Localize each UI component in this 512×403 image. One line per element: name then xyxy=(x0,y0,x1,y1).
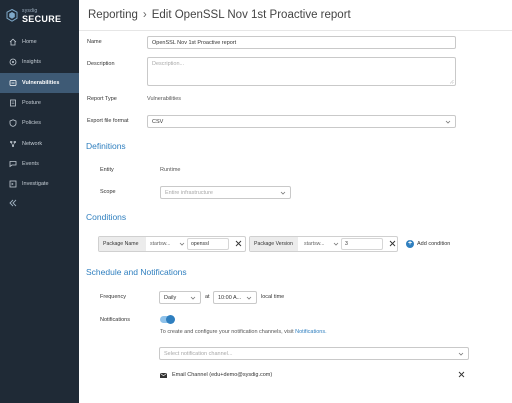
export-format-value: CSV xyxy=(152,118,164,125)
frequency-value: Daily xyxy=(164,294,177,301)
chevron-down-icon xyxy=(179,242,185,246)
toggle-knob xyxy=(166,315,175,324)
report-type-label: Report Type xyxy=(87,96,117,102)
sidebar-item-investigate[interactable]: Investigate xyxy=(0,174,79,194)
sidebar-item-insights[interactable]: Insights xyxy=(0,52,79,72)
sidebar-nav: Home Insights Vulnerabilities Posture Po… xyxy=(0,32,79,194)
page-title: Edit OpenSSL Nov 1st Proactive report xyxy=(151,9,351,21)
sidebar-item-label: Events xyxy=(22,160,39,167)
posture-icon xyxy=(8,99,17,108)
home-icon xyxy=(8,38,17,47)
chevron-down-icon xyxy=(280,191,286,195)
report-type-value: Vulnerabilities xyxy=(147,96,182,102)
name-label: Name xyxy=(87,39,102,45)
insights-icon xyxy=(8,58,17,67)
condition-value-input[interactable]: 3 xyxy=(341,238,383,250)
sidebar-item-label: Network xyxy=(22,140,43,147)
chevron-down-icon xyxy=(445,120,451,124)
scope-select[interactable]: Entire infrastructure xyxy=(160,186,291,199)
export-format-label: Export file format xyxy=(87,118,129,124)
brand-name: SECURE xyxy=(22,14,62,24)
name-field-value: OpenSSL Nov 1st Proactive report xyxy=(152,39,237,46)
timezone-label: local time xyxy=(261,294,285,300)
chevron-down-icon xyxy=(190,296,196,300)
condition-field: Package Version xyxy=(250,237,298,251)
sidebar-item-vulnerabilities[interactable]: Vulnerabilities xyxy=(0,72,79,93)
notification-channel-item: Email Channel (edu+demo@sysdig.com) xyxy=(160,372,272,378)
sidebar-item-events[interactable]: Events xyxy=(0,154,79,174)
conditions-heading: Conditions xyxy=(86,212,127,222)
notifications-link[interactable]: Notifications. xyxy=(295,329,327,335)
channel-name: Email Channel (edu+demo@sysdig.com) xyxy=(172,372,273,378)
scope-placeholder: Entire infrastructure xyxy=(165,189,213,196)
sidebar-item-policies[interactable]: Policies xyxy=(0,113,79,133)
sidebar-item-home[interactable]: Home xyxy=(0,32,79,52)
double-chevron-left-icon[interactable] xyxy=(8,199,18,207)
add-condition-button[interactable]: + Add condition xyxy=(406,240,450,248)
entity-value: Runtime xyxy=(160,167,181,173)
definitions-heading: Definitions xyxy=(86,141,126,151)
name-field[interactable]: OpenSSL Nov 1st Proactive report xyxy=(147,36,456,49)
description-field[interactable]: Description... xyxy=(147,57,456,86)
time-value: 10:00 A... xyxy=(218,294,242,301)
add-condition-label: Add condition xyxy=(417,241,451,247)
export-format-select[interactable]: CSV xyxy=(147,115,456,128)
notifications-help-text: To create and configure your notificatio… xyxy=(160,329,327,335)
sidebar-item-label: Home xyxy=(22,39,37,46)
brand-logo[interactable]: sysdig SECURE xyxy=(6,7,76,27)
notifications-toggle[interactable] xyxy=(160,315,175,324)
sidebar-item-label: Insights xyxy=(22,59,41,66)
condition-operator-select[interactable]: startsw... xyxy=(304,237,324,251)
envelope-icon xyxy=(160,372,167,378)
notifications-label: Notifications xyxy=(100,317,130,323)
condition-row: Package Version startsw... 3 xyxy=(249,236,398,252)
description-placeholder: Description... xyxy=(152,61,185,67)
remove-condition-icon[interactable] xyxy=(389,240,396,247)
frequency-select[interactable]: Daily xyxy=(159,291,201,304)
chevron-down-icon xyxy=(246,296,252,300)
events-icon xyxy=(8,159,17,168)
sidebar-item-posture[interactable]: Posture xyxy=(0,93,79,113)
sidebar-item-label: Vulnerabilities xyxy=(22,79,60,86)
investigate-icon xyxy=(8,180,17,189)
time-select[interactable]: 10:00 A... xyxy=(213,291,257,304)
vulnerabilities-icon xyxy=(8,78,17,87)
at-label: at xyxy=(205,294,210,300)
shield-icon xyxy=(8,119,17,128)
sidebar-item-network[interactable]: Network xyxy=(0,133,79,153)
channel-placeholder: Select notification channel... xyxy=(164,350,233,357)
condition-field: Package Name xyxy=(99,237,146,251)
remove-condition-icon[interactable] xyxy=(235,240,242,247)
condition-operator-select[interactable]: startsw... xyxy=(150,237,170,251)
scope-label: Scope xyxy=(100,189,116,195)
help-text: To create and configure your notificatio… xyxy=(160,329,294,335)
sidebar: sysdig SECURE Home Insights Vulnerabilit… xyxy=(0,0,79,403)
sidebar-item-label: Policies xyxy=(22,120,41,127)
plus-circle-icon: + xyxy=(406,240,414,248)
notification-channel-select[interactable]: Select notification channel... xyxy=(159,347,469,360)
sidebar-item-label: Investigate xyxy=(22,181,49,188)
chevron-down-icon xyxy=(458,352,464,356)
sidebar-item-label: Posture xyxy=(22,100,41,107)
chevron-down-icon xyxy=(333,242,339,246)
network-icon xyxy=(8,139,17,148)
schedule-heading: Schedule and Notifications xyxy=(86,267,187,277)
breadcrumb-reporting-link[interactable]: Reporting xyxy=(88,9,138,21)
breadcrumb-separator: › xyxy=(142,9,147,21)
sysdig-logo-icon xyxy=(6,9,18,22)
condition-row: Package Name startsw... openssl xyxy=(98,236,246,252)
condition-value-input[interactable]: openssl xyxy=(187,238,229,250)
entity-label: Entity xyxy=(100,167,114,173)
resize-handle-icon[interactable] xyxy=(449,79,454,84)
breadcrumb: Reporting › Edit OpenSSL Nov 1st Proactive… xyxy=(88,9,351,21)
remove-channel-icon[interactable] xyxy=(458,371,465,378)
description-label: Description xyxy=(87,61,115,67)
frequency-label: Frequency xyxy=(100,294,126,300)
page-header: Reporting › Edit OpenSSL Nov 1st Proactive… xyxy=(79,0,512,31)
